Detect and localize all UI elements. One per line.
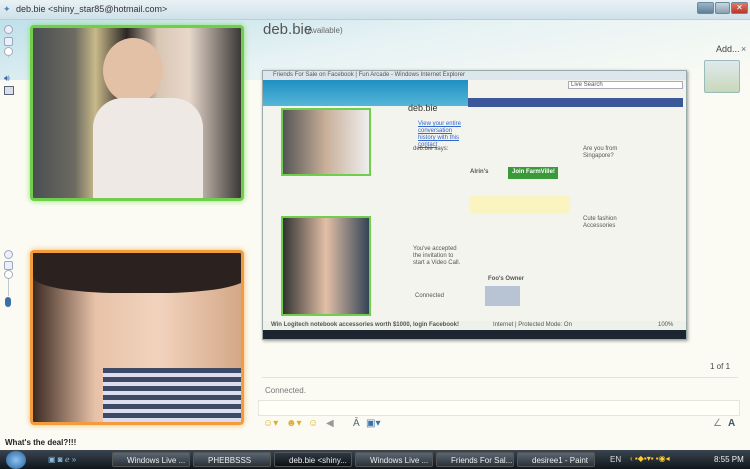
add-label[interactable]: Add... bbox=[716, 44, 740, 54]
messenger-icon: ✦ bbox=[3, 4, 11, 14]
ie-title: Friends For Sale on Facebook | Fun Arcad… bbox=[273, 72, 465, 78]
message-input[interactable] bbox=[258, 400, 740, 416]
webcam-icon[interactable] bbox=[4, 261, 13, 270]
chat-line: deb.bie says: bbox=[413, 146, 449, 152]
emoticon-icon[interactable]: ☺▾ bbox=[263, 418, 278, 429]
start-button[interactable] bbox=[6, 451, 26, 469]
ie-status: Internet | Protected Mode: On bbox=[493, 322, 572, 328]
taskbar-item[interactable]: deb.bie <shiny... bbox=[274, 452, 352, 467]
format-toolbar: ☺▾ ☻▾ ☺ ◀ Ā ▣▾ ∠ A bbox=[258, 418, 740, 432]
personal-message: What's the deal?!!! bbox=[5, 438, 77, 447]
language-indicator[interactable]: EN bbox=[610, 455, 621, 464]
taskbar-item[interactable]: Windows Live ... bbox=[112, 452, 190, 467]
video-shirt bbox=[103, 368, 241, 422]
chat-line: Are you from Singapore? bbox=[583, 146, 618, 159]
maximize-button[interactable] bbox=[715, 2, 730, 14]
status-line: Win Logitech notebook accessories worth … bbox=[271, 322, 459, 328]
contact-status: (Available) bbox=[305, 26, 343, 35]
embedded-chat-name: deb.bie bbox=[408, 103, 438, 113]
taskbar-item[interactable]: PHEBBSSS bbox=[193, 452, 271, 467]
video-person bbox=[103, 38, 163, 103]
video-person bbox=[93, 98, 203, 198]
voice-clip-icon[interactable]: ◀ bbox=[326, 418, 334, 429]
fullscreen-icon[interactable] bbox=[4, 86, 14, 95]
ie-zoom: 100% bbox=[658, 322, 674, 328]
taskbar-item[interactable]: desiree1 - Paint bbox=[517, 452, 595, 467]
connection-status: Connected. bbox=[265, 386, 306, 395]
close-button[interactable]: ✕ bbox=[731, 2, 748, 14]
close-sidebar-button[interactable]: × bbox=[741, 44, 746, 54]
nudge-icon[interactable]: ☺ bbox=[308, 418, 318, 429]
video-options-icon[interactable] bbox=[4, 25, 13, 34]
farmville-button: Join FarmVille! bbox=[512, 169, 555, 175]
microphone-icon[interactable] bbox=[5, 297, 11, 307]
shared-thumbnail[interactable] bbox=[704, 60, 740, 93]
window-title: deb.bie <shiny_star85@hotmail.com> bbox=[16, 4, 168, 14]
wink-icon[interactable]: ☻▾ bbox=[286, 418, 302, 429]
ie-search: Live Search bbox=[571, 82, 603, 88]
local-video bbox=[30, 250, 244, 425]
quick-launch-icons[interactable]: ▣ ◙ ℯ » bbox=[48, 455, 76, 464]
background-icon[interactable]: ▣▾ bbox=[366, 418, 380, 429]
volume-slider-handle[interactable] bbox=[4, 47, 13, 56]
tray-icons[interactable]: ‹ ▪◆▪▾▪ ▪◉◂ bbox=[630, 454, 670, 463]
embedded-video bbox=[281, 108, 371, 176]
divider bbox=[262, 377, 738, 378]
text-mode-icon[interactable]: A bbox=[728, 418, 735, 429]
webcam-icon[interactable] bbox=[4, 37, 13, 46]
font-icon[interactable]: Ā bbox=[353, 418, 360, 429]
chat-line: You've accepted the invitation to start … bbox=[413, 246, 461, 266]
remote-video bbox=[30, 25, 244, 201]
chat-line: Cute fashion Accessories bbox=[583, 216, 617, 229]
chat-line: Connected bbox=[415, 293, 445, 299]
video-hair bbox=[33, 253, 241, 293]
history-link: View your entire conversation history wi… bbox=[418, 121, 461, 148]
speaker-icon[interactable]: 🔊︎ bbox=[4, 73, 10, 84]
clock[interactable]: 8:55 PM bbox=[714, 455, 744, 464]
taskbar-item[interactable]: Friends For Sal... bbox=[436, 452, 514, 467]
chat-line: Alrin's bbox=[470, 169, 489, 175]
minimize-button[interactable] bbox=[697, 2, 714, 14]
facebook-bar bbox=[468, 98, 683, 107]
chat-line: Foo's Owner bbox=[488, 276, 525, 282]
embedded-video bbox=[281, 216, 371, 316]
shared-image: Friends For Sale on Facebook | Fun Arcad… bbox=[262, 70, 687, 340]
taskbar-item[interactable]: Windows Live ... bbox=[355, 452, 433, 467]
handwriting-icon[interactable]: ∠ bbox=[713, 418, 722, 429]
mic-slider-handle[interactable] bbox=[4, 270, 13, 279]
video-options-icon[interactable] bbox=[4, 250, 13, 259]
page-indicator: 1 of 1 bbox=[710, 362, 731, 371]
